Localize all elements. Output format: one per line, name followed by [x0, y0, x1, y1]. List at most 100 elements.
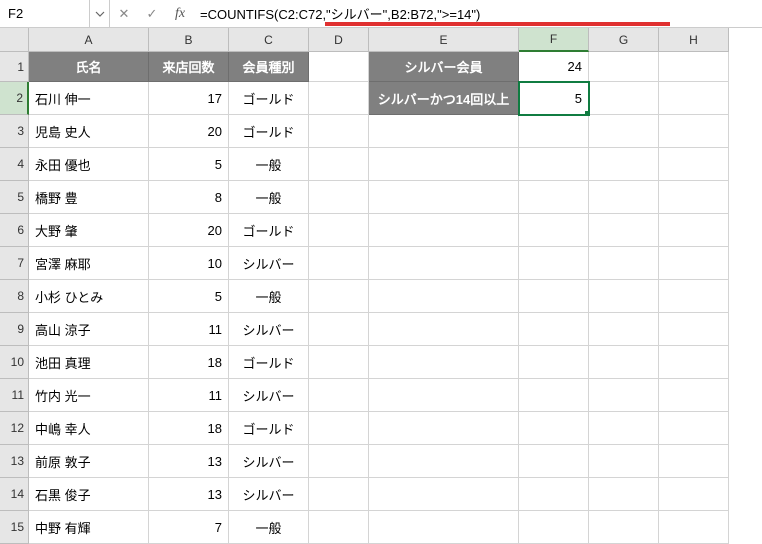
- cell-D9[interactable]: [309, 313, 369, 346]
- cell-E11[interactable]: [369, 379, 519, 412]
- cell-C5[interactable]: 一般: [229, 181, 309, 214]
- cell-E8[interactable]: [369, 280, 519, 313]
- cell-B3[interactable]: 20: [149, 115, 229, 148]
- row-header-15[interactable]: 15: [0, 511, 29, 544]
- cell-B2[interactable]: 17: [149, 82, 229, 115]
- cell-B14[interactable]: 13: [149, 478, 229, 511]
- cell-F11[interactable]: [519, 379, 589, 412]
- cell-C1[interactable]: 会員種別: [229, 52, 309, 82]
- cell-G5[interactable]: [589, 181, 659, 214]
- row-header-2[interactable]: 2: [0, 82, 29, 115]
- cell-E15[interactable]: [369, 511, 519, 544]
- fx-icon[interactable]: fx: [166, 0, 194, 27]
- cell-D4[interactable]: [309, 148, 369, 181]
- cell-F15[interactable]: [519, 511, 589, 544]
- cell-E9[interactable]: [369, 313, 519, 346]
- cell-H1[interactable]: [659, 52, 729, 82]
- cell-H10[interactable]: [659, 346, 729, 379]
- cell-D2[interactable]: [309, 82, 369, 115]
- cell-F12[interactable]: [519, 412, 589, 445]
- row-header-14[interactable]: 14: [0, 478, 29, 511]
- cell-C7[interactable]: シルバー: [229, 247, 309, 280]
- cell-H5[interactable]: [659, 181, 729, 214]
- row-header-11[interactable]: 11: [0, 379, 29, 412]
- cell-A3[interactable]: 児島 史人: [29, 115, 149, 148]
- cell-C4[interactable]: 一般: [229, 148, 309, 181]
- column-header-D[interactable]: D: [309, 28, 369, 52]
- cell-G7[interactable]: [589, 247, 659, 280]
- cell-E13[interactable]: [369, 445, 519, 478]
- cell-A13[interactable]: 前原 敦子: [29, 445, 149, 478]
- cell-F14[interactable]: [519, 478, 589, 511]
- cell-E3[interactable]: [369, 115, 519, 148]
- cell-A6[interactable]: 大野 肇: [29, 214, 149, 247]
- cell-H8[interactable]: [659, 280, 729, 313]
- cell-B5[interactable]: 8: [149, 181, 229, 214]
- cell-B9[interactable]: 11: [149, 313, 229, 346]
- row-header-5[interactable]: 5: [0, 181, 29, 214]
- cell-D10[interactable]: [309, 346, 369, 379]
- cell-G8[interactable]: [589, 280, 659, 313]
- cell-D1[interactable]: [309, 52, 369, 82]
- cell-H3[interactable]: [659, 115, 729, 148]
- cell-E6[interactable]: [369, 214, 519, 247]
- cell-G11[interactable]: [589, 379, 659, 412]
- cell-H9[interactable]: [659, 313, 729, 346]
- column-header-G[interactable]: G: [589, 28, 659, 52]
- cell-C11[interactable]: シルバー: [229, 379, 309, 412]
- cell-H2[interactable]: [659, 82, 729, 115]
- cell-G13[interactable]: [589, 445, 659, 478]
- name-box[interactable]: F2: [0, 0, 90, 27]
- column-header-F[interactable]: F: [519, 28, 589, 52]
- cell-D15[interactable]: [309, 511, 369, 544]
- cell-C2[interactable]: ゴールド: [229, 82, 309, 115]
- select-all-corner[interactable]: [0, 28, 29, 52]
- cell-C9[interactable]: シルバー: [229, 313, 309, 346]
- cell-F6[interactable]: [519, 214, 589, 247]
- cell-H4[interactable]: [659, 148, 729, 181]
- row-header-8[interactable]: 8: [0, 280, 29, 313]
- cell-B7[interactable]: 10: [149, 247, 229, 280]
- cell-H15[interactable]: [659, 511, 729, 544]
- cell-D11[interactable]: [309, 379, 369, 412]
- cell-A11[interactable]: 竹内 光一: [29, 379, 149, 412]
- cell-C14[interactable]: シルバー: [229, 478, 309, 511]
- cell-G4[interactable]: [589, 148, 659, 181]
- cell-B11[interactable]: 11: [149, 379, 229, 412]
- cell-G10[interactable]: [589, 346, 659, 379]
- cell-F7[interactable]: [519, 247, 589, 280]
- row-header-10[interactable]: 10: [0, 346, 29, 379]
- cell-D7[interactable]: [309, 247, 369, 280]
- cell-E14[interactable]: [369, 478, 519, 511]
- cell-C12[interactable]: ゴールド: [229, 412, 309, 445]
- cell-E4[interactable]: [369, 148, 519, 181]
- cell-G2[interactable]: [589, 82, 659, 115]
- cell-G14[interactable]: [589, 478, 659, 511]
- cell-D14[interactable]: [309, 478, 369, 511]
- cell-F4[interactable]: [519, 148, 589, 181]
- cell-A1[interactable]: 氏名: [29, 52, 149, 82]
- cell-B4[interactable]: 5: [149, 148, 229, 181]
- cell-B8[interactable]: 5: [149, 280, 229, 313]
- cell-E10[interactable]: [369, 346, 519, 379]
- row-header-4[interactable]: 4: [0, 148, 29, 181]
- cell-B10[interactable]: 18: [149, 346, 229, 379]
- cell-D3[interactable]: [309, 115, 369, 148]
- cell-D13[interactable]: [309, 445, 369, 478]
- row-header-12[interactable]: 12: [0, 412, 29, 445]
- cell-G1[interactable]: [589, 52, 659, 82]
- cell-H11[interactable]: [659, 379, 729, 412]
- cell-G15[interactable]: [589, 511, 659, 544]
- cell-H6[interactable]: [659, 214, 729, 247]
- cell-D8[interactable]: [309, 280, 369, 313]
- cell-A12[interactable]: 中嶋 幸人: [29, 412, 149, 445]
- cell-G12[interactable]: [589, 412, 659, 445]
- cell-C3[interactable]: ゴールド: [229, 115, 309, 148]
- cell-F10[interactable]: [519, 346, 589, 379]
- cell-E7[interactable]: [369, 247, 519, 280]
- cell-F1[interactable]: 24: [519, 52, 589, 82]
- cell-G6[interactable]: [589, 214, 659, 247]
- cell-D12[interactable]: [309, 412, 369, 445]
- column-header-A[interactable]: A: [29, 28, 149, 52]
- cell-H12[interactable]: [659, 412, 729, 445]
